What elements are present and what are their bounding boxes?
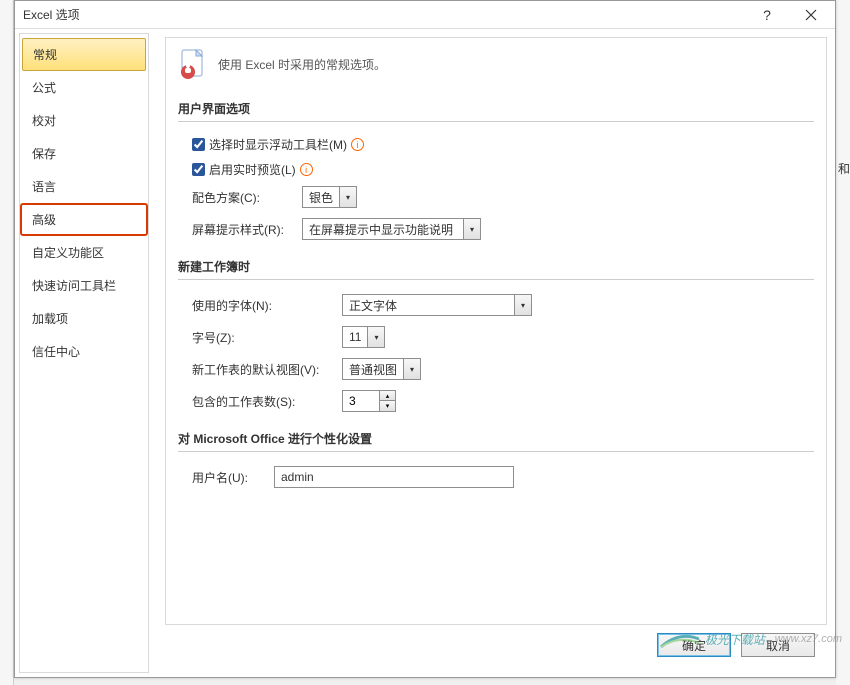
sidebar-item-addins[interactable]: 加载项 (20, 302, 148, 335)
bg-right-strip (836, 0, 850, 685)
size-select[interactable]: 11 ▾ (342, 326, 385, 348)
username-input[interactable] (274, 466, 514, 488)
section-personalize-title: 对 Microsoft Office 进行个性化设置 (178, 430, 814, 452)
sheets-label: 包含的工作表数(S): (192, 393, 342, 410)
close-icon (805, 9, 817, 21)
font-row: 使用的字体(N): 正文字体 ▾ (178, 294, 814, 316)
dialog-body: 常规 公式 校对 保存 语言 高级 自定义功能区 快速访问工具栏 加载项 信任中… (15, 29, 835, 677)
category-sidebar: 常规 公式 校对 保存 语言 高级 自定义功能区 快速访问工具栏 加载项 信任中… (19, 33, 149, 673)
info-icon[interactable]: i (300, 163, 313, 176)
titlebar: Excel 选项 ? (15, 1, 835, 29)
view-label: 新工作表的默认视图(V): (192, 361, 342, 378)
live-preview-checkbox[interactable] (192, 163, 205, 176)
content-inner: 使用 Excel 时采用的常规选项。 用户界面选项 选择时显示浮动工具栏(M) … (165, 37, 827, 625)
bg-text-snippet: 和 (838, 160, 850, 177)
size-label: 字号(Z): (192, 329, 342, 346)
options-page-icon (178, 48, 210, 80)
font-select[interactable]: 正文字体 ▾ (342, 294, 532, 316)
close-button[interactable] (789, 2, 833, 28)
chevron-down-icon: ▾ (339, 187, 356, 207)
color-scheme-value: 银色 (303, 189, 339, 206)
size-value: 11 (343, 330, 367, 344)
sidebar-item-trust-center[interactable]: 信任中心 (20, 335, 148, 368)
username-row: 用户名(U): (178, 466, 814, 488)
sidebar-item-general[interactable]: 常规 (22, 38, 146, 71)
spinner-buttons: ▴ ▾ (379, 391, 395, 411)
help-button[interactable]: ? (745, 2, 789, 28)
cancel-button[interactable]: 取消 (741, 633, 815, 657)
sidebar-item-customize-ribbon[interactable]: 自定义功能区 (20, 236, 148, 269)
font-label: 使用的字体(N): (192, 297, 342, 314)
sheets-value: 3 (343, 391, 379, 411)
mini-toolbar-row: 选择时显示浮动工具栏(M) i (178, 136, 814, 153)
section-workbook-title: 新建工作簿时 (178, 258, 814, 280)
mini-toolbar-label[interactable]: 选择时显示浮动工具栏(M) (209, 136, 347, 153)
color-scheme-select[interactable]: 银色 ▾ (302, 186, 357, 208)
info-icon[interactable]: i (351, 138, 364, 151)
font-value: 正文字体 (343, 297, 514, 314)
view-value: 普通视图 (343, 361, 403, 378)
username-label: 用户名(U): (192, 469, 274, 486)
chevron-down-icon: ▾ (514, 295, 531, 315)
options-dialog: Excel 选项 ? 常规 公式 校对 保存 语言 高级 自定义功能区 快速访问… (14, 0, 836, 678)
dialog-title: Excel 选项 (23, 6, 745, 23)
live-preview-label[interactable]: 启用实时预览(L) (209, 161, 296, 178)
page-header: 使用 Excel 时采用的常规选项。 (178, 48, 814, 80)
sheets-spinner[interactable]: 3 ▴ ▾ (342, 390, 396, 412)
view-select[interactable]: 普通视图 ▾ (342, 358, 421, 380)
mini-toolbar-checkbox[interactable] (192, 138, 205, 151)
sidebar-item-language[interactable]: 语言 (20, 170, 148, 203)
chevron-down-icon: ▾ (403, 359, 420, 379)
screentip-row: 屏幕提示样式(R): 在屏幕提示中显示功能说明 ▾ (178, 218, 814, 240)
live-preview-row: 启用实时预览(L) i (178, 161, 814, 178)
chevron-down-icon: ▾ (367, 327, 384, 347)
chevron-down-icon: ▾ (463, 219, 480, 239)
sidebar-item-formulas[interactable]: 公式 (20, 71, 148, 104)
content-panel: 使用 Excel 时采用的常规选项。 用户界面选项 选择时显示浮动工具栏(M) … (153, 29, 835, 677)
screentip-label: 屏幕提示样式(R): (192, 221, 302, 238)
dialog-footer: 确定 取消 (165, 625, 827, 669)
sidebar-item-proofing[interactable]: 校对 (20, 104, 148, 137)
sidebar-item-qat[interactable]: 快速访问工具栏 (20, 269, 148, 302)
view-row: 新工作表的默认视图(V): 普通视图 ▾ (178, 358, 814, 380)
screentip-value: 在屏幕提示中显示功能说明 (303, 221, 463, 238)
screentip-select[interactable]: 在屏幕提示中显示功能说明 ▾ (302, 218, 481, 240)
size-row: 字号(Z): 11 ▾ (178, 326, 814, 348)
sidebar-item-save[interactable]: 保存 (20, 137, 148, 170)
spinner-up-icon[interactable]: ▴ (380, 391, 395, 401)
sidebar-item-advanced[interactable]: 高级 (20, 203, 148, 236)
section-ui-title: 用户界面选项 (178, 100, 814, 122)
color-scheme-row: 配色方案(C): 银色 ▾ (178, 186, 814, 208)
spinner-down-icon[interactable]: ▾ (380, 401, 395, 411)
color-scheme-label: 配色方案(C): (192, 189, 302, 206)
sheets-row: 包含的工作表数(S): 3 ▴ ▾ (178, 390, 814, 412)
page-header-text: 使用 Excel 时采用的常规选项。 (218, 56, 386, 73)
bg-left-strip (0, 0, 14, 685)
ok-button[interactable]: 确定 (657, 633, 731, 657)
